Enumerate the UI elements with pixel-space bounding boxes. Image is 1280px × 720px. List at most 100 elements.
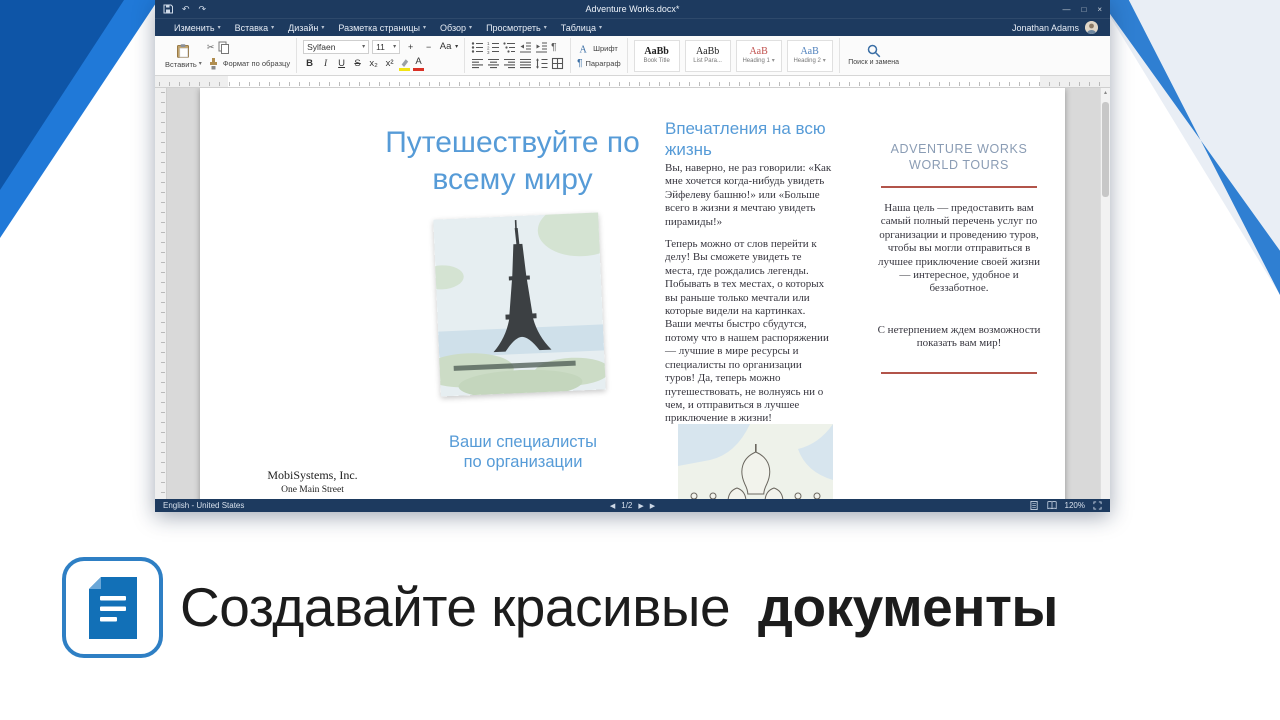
font-group: Sylfaen ▾ 11 ▾ + − Aa ▾ B I U S x₂ x² A xyxy=(297,38,466,73)
chevron-down-icon: ▾ xyxy=(543,24,547,31)
eiffel-tower-image[interactable] xyxy=(433,212,606,397)
paragraph-dialog-button[interactable]: ¶ Параграф xyxy=(577,58,621,69)
window-title: Adventure Works.docx* xyxy=(585,4,680,14)
chevron-down-icon: ▾ xyxy=(469,24,473,31)
undo-icon[interactable]: ↶ xyxy=(182,0,190,18)
promo-caption: Создавайте красивые документы xyxy=(180,577,1058,637)
previous-page-button[interactable]: ◀ xyxy=(610,502,615,510)
language-indicator[interactable]: English - United States xyxy=(163,501,244,510)
underline-button[interactable]: U xyxy=(335,57,348,71)
page-view-icon[interactable] xyxy=(1029,501,1039,510)
document-area: Путешествуйте по всему миру Ваши специал… xyxy=(167,88,1100,499)
svg-text:3: 3 xyxy=(487,50,490,54)
menu-table[interactable]: Таблица ▾ xyxy=(554,23,609,33)
paragraph-group: 123 ¶ xyxy=(465,38,572,73)
taj-mahal-image[interactable] xyxy=(678,424,833,499)
line-spacing-icon[interactable] xyxy=(535,57,548,70)
align-center-icon[interactable] xyxy=(487,57,500,70)
menu-edit[interactable]: Изменить ▾ xyxy=(167,23,228,33)
shrink-font-button[interactable]: − xyxy=(421,40,436,54)
italic-button[interactable]: I xyxy=(319,57,332,71)
titlebar: ↶ ↷ Adventure Works.docx* — □ × xyxy=(155,0,1110,18)
align-left-icon[interactable] xyxy=(471,57,484,70)
doc-experiences-heading[interactable]: Впечатления на всю жизнь xyxy=(665,118,835,160)
minimize-button[interactable]: — xyxy=(1062,5,1070,14)
document-glyph xyxy=(88,576,137,639)
show-formatting-icon[interactable]: ¶ xyxy=(551,42,556,53)
change-case-button[interactable]: Aa ▾ xyxy=(439,40,458,54)
search-icon xyxy=(867,45,880,58)
document-page[interactable]: Путешествуйте по всему миру Ваши специал… xyxy=(200,88,1065,499)
scroll-up-icon[interactable]: ▴ xyxy=(1101,89,1110,96)
menu-design[interactable]: Дизайн ▾ xyxy=(281,23,331,33)
style-heading-2[interactable]: AaB Heading 2 ▾ xyxy=(786,39,833,72)
format-painter-button[interactable]: Формат по образцу xyxy=(207,57,290,70)
doc-company-block[interactable]: MobiSystems, Inc. One Main Street xyxy=(250,468,375,495)
increase-indent-icon[interactable] xyxy=(535,41,548,54)
close-button[interactable]: × xyxy=(1097,5,1102,14)
style-list-para[interactable]: AaBb List Para... xyxy=(684,39,731,72)
next-page-button[interactable]: ▶ xyxy=(638,502,643,510)
numbered-list-icon[interactable]: 123 xyxy=(487,41,500,54)
pilcrow-icon: ¶ xyxy=(577,58,583,69)
style-book-title[interactable]: AaBb Book Title xyxy=(633,39,680,72)
doc-experiences-body[interactable]: Вы, наверно, не раз говорили: «Как мне х… xyxy=(665,162,833,435)
ribbon: Вставить ▾ ✂ Формат по образцу Sylfaen ▾… xyxy=(155,36,1110,76)
font-dialog-button[interactable]: A Шрифт xyxy=(577,42,621,55)
highlight-color-button[interactable] xyxy=(399,58,411,71)
doc-brand-heading[interactable]: ADVENTURE WORKS WORLD TOURS xyxy=(876,142,1042,173)
doc-specialists-heading[interactable]: Ваши специалисты по организации xyxy=(438,432,608,472)
menu-insert[interactable]: Вставка ▾ xyxy=(228,23,281,33)
chevron-down-icon: ▾ xyxy=(393,44,397,50)
align-right-icon[interactable] xyxy=(503,57,516,70)
strikethrough-button[interactable]: S xyxy=(351,57,364,71)
zoom-level[interactable]: 120% xyxy=(1065,501,1085,510)
menu-view[interactable]: Просмотреть ▾ xyxy=(479,23,554,33)
save-icon[interactable] xyxy=(163,4,173,14)
clipboard-icon xyxy=(177,43,190,58)
user-name[interactable]: Jonathan Adams xyxy=(1012,23,1079,33)
bold-button[interactable]: B xyxy=(303,57,316,71)
promo-caption-regular: Создавайте красивые xyxy=(180,576,731,638)
doc-company-name: MobiSystems, Inc. xyxy=(267,468,358,482)
align-justify-icon[interactable] xyxy=(519,57,532,70)
paste-button[interactable]: Вставить ▾ xyxy=(165,43,202,69)
doc-brand-para1[interactable]: Наша цель — предоставить вам самый полны… xyxy=(876,202,1042,296)
find-replace-button[interactable]: Поиск и замена xyxy=(846,44,902,67)
chevron-down-icon: ▾ xyxy=(198,61,202,67)
copy-icon[interactable] xyxy=(217,41,230,54)
chevron-down-icon: ▾ xyxy=(455,44,459,50)
menu-page-layout[interactable]: Разметка страницы ▾ xyxy=(331,23,433,33)
decrease-indent-icon[interactable] xyxy=(519,41,532,54)
menu-review[interactable]: Обзор ▾ xyxy=(433,23,479,33)
book-view-icon[interactable] xyxy=(1046,501,1057,510)
font-size-select[interactable]: 11 ▾ xyxy=(372,40,401,54)
doc-brand-para2[interactable]: С нетерпением ждем возможности показать … xyxy=(876,324,1042,351)
multilevel-list-icon[interactable] xyxy=(503,41,516,54)
style-heading-1[interactable]: AaB Heading 1 ▾ xyxy=(735,39,782,72)
maximize-button[interactable]: □ xyxy=(1081,5,1086,14)
superscript-button[interactable]: x² xyxy=(383,57,396,71)
borders-icon[interactable] xyxy=(551,57,564,70)
vertical-ruler xyxy=(155,88,167,499)
font-color-button[interactable]: A xyxy=(413,57,425,71)
subscript-button[interactable]: x₂ xyxy=(367,57,380,71)
doc-headline[interactable]: Путешествуйте по всему миру xyxy=(360,124,665,198)
bullet-list-icon[interactable] xyxy=(471,41,484,54)
vertical-scrollbar[interactable]: ▴ xyxy=(1100,88,1110,499)
chevron-down-icon: ▾ xyxy=(271,24,275,31)
chevron-down-icon: ▾ xyxy=(321,24,325,31)
grow-font-button[interactable]: + xyxy=(403,40,418,54)
font-name-select[interactable]: Sylfaen ▾ xyxy=(303,40,370,54)
fullscreen-icon[interactable] xyxy=(1093,501,1102,510)
cut-icon[interactable]: ✂ xyxy=(207,42,215,53)
redo-icon[interactable]: ↷ xyxy=(199,0,207,18)
font-dialog-icon: A xyxy=(580,45,588,56)
promo-caption-bold: документы xyxy=(758,576,1058,638)
chevron-down-icon: ▾ xyxy=(822,58,826,64)
stage: ↶ ↷ Adventure Works.docx* — □ × Изменить… xyxy=(0,0,1280,720)
chevron-down-icon: ▾ xyxy=(423,24,427,31)
scrollbar-thumb[interactable] xyxy=(1102,102,1109,197)
last-page-button[interactable]: ▶ xyxy=(650,502,655,510)
avatar[interactable] xyxy=(1085,21,1098,34)
